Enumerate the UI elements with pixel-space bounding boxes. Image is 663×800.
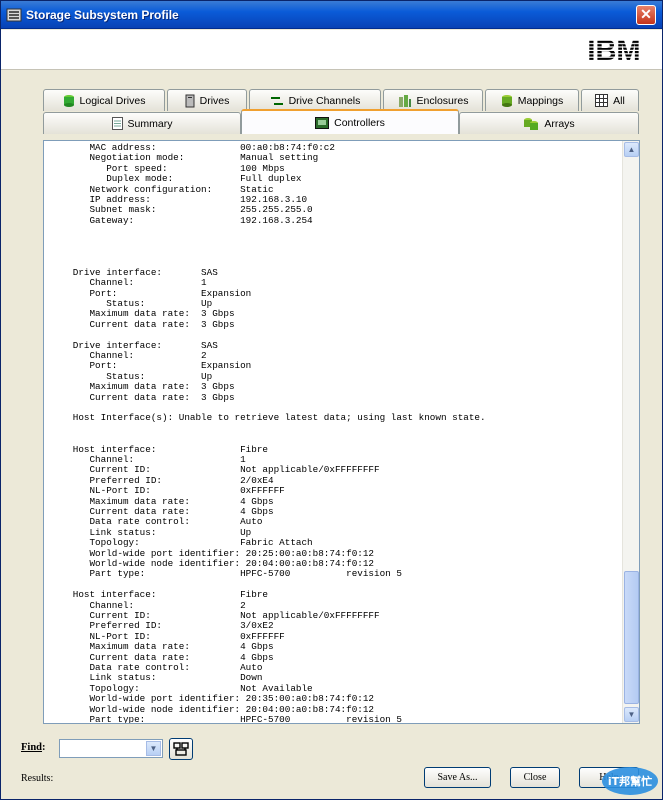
profile-line: Part type: HPFC-5700 revision 5 xyxy=(56,714,402,723)
tab-arrays[interactable]: Arrays xyxy=(459,112,639,134)
grid-icon xyxy=(595,94,609,107)
profile-line: Current data rate: 3 Gbps xyxy=(56,318,235,330)
tab-drives[interactable]: Drives xyxy=(167,89,247,111)
drive-icon xyxy=(185,94,195,107)
controller-icon xyxy=(315,116,330,129)
chevron-down-icon: ▼ xyxy=(149,744,158,753)
window-title: Storage Subsystem Profile xyxy=(26,8,179,22)
find-label: Find: xyxy=(21,742,46,753)
scroll-down-button[interactable]: ▼ xyxy=(624,707,639,722)
ithome-watermark: iT邦幫忙 xyxy=(602,767,658,795)
scroll-up-button[interactable]: ▲ xyxy=(624,142,639,157)
brand-banner: IBM xyxy=(1,30,662,70)
arrays-icon xyxy=(524,117,539,130)
tab-label: Drive Channels xyxy=(288,94,361,107)
profile-line: Current data rate: 3 Gbps xyxy=(56,391,235,403)
cylinder-icon xyxy=(63,94,74,107)
profile-line: Host Interface(s): Unable to retrieve la… xyxy=(56,412,486,424)
profile-text-panel[interactable]: MAC address: 00:a0:b8:74:f0:c2 Negotiati… xyxy=(43,140,640,724)
save-as-button[interactable]: Save As... xyxy=(424,767,491,788)
profile-text: MAC address: 00:a0:b8:74:f0:c2 Negotiati… xyxy=(44,141,622,723)
mapping-icon xyxy=(501,94,512,107)
tab-drive-channels[interactable]: Drive Channels xyxy=(249,89,381,111)
tab-strip: Logical Drives Drives Drive Channels Enc… xyxy=(1,71,662,141)
chevron-up-icon: ▲ xyxy=(627,145,636,154)
profile-window: Storage Subsystem Profile ✕ IBM Logic xyxy=(0,0,663,800)
close-button[interactable]: Close xyxy=(510,767,560,788)
tab-summary[interactable]: Summary xyxy=(43,112,241,134)
tab-label: Summary xyxy=(127,117,173,130)
find-combobox[interactable]: ▼ xyxy=(59,739,163,758)
document-icon xyxy=(111,117,123,130)
tab-label: All xyxy=(613,94,625,107)
results-label: Results: xyxy=(21,773,54,784)
tab-label: Mappings xyxy=(517,94,564,107)
find-button[interactable] xyxy=(169,738,193,760)
enclosure-icon xyxy=(398,94,411,107)
chevron-down-icon: ▼ xyxy=(627,710,636,719)
channel-icon xyxy=(270,96,283,105)
tab-mappings[interactable]: Mappings xyxy=(485,89,579,111)
title-bar[interactable]: Storage Subsystem Profile ✕ xyxy=(1,1,662,29)
storage-subsystem-icon xyxy=(6,8,22,22)
profile-line: Gateway: 192.168.3.254 xyxy=(56,214,313,226)
profile-line: Part type: HPFC-5700 revision 5 xyxy=(56,568,402,580)
close-window-button[interactable]: ✕ xyxy=(636,5,656,25)
scroll-thumb[interactable] xyxy=(624,571,639,704)
close-icon: ✕ xyxy=(640,6,652,22)
tab-label: Logical Drives xyxy=(79,94,146,107)
tab-label: Arrays xyxy=(544,117,575,130)
save-as-label: Save As... xyxy=(437,772,478,783)
svg-text:iT邦幫忙: iT邦幫忙 xyxy=(608,774,652,788)
ibm-logo: IBM xyxy=(578,34,650,64)
tab-label: Drives xyxy=(199,94,230,107)
tab-label: Controllers xyxy=(334,116,385,129)
tab-logical-drives[interactable]: Logical Drives xyxy=(43,89,165,111)
find-icon xyxy=(173,742,189,756)
tab-enclosures[interactable]: Enclosures xyxy=(383,89,483,111)
tab-all[interactable]: All xyxy=(581,89,639,111)
vertical-scrollbar[interactable]: ▲ ▼ xyxy=(622,141,639,723)
close-label: Close xyxy=(523,772,547,783)
tab-label: Enclosures xyxy=(416,94,469,107)
find-dropdown-button[interactable]: ▼ xyxy=(146,741,161,756)
tab-controllers[interactable]: Controllers xyxy=(241,109,459,134)
